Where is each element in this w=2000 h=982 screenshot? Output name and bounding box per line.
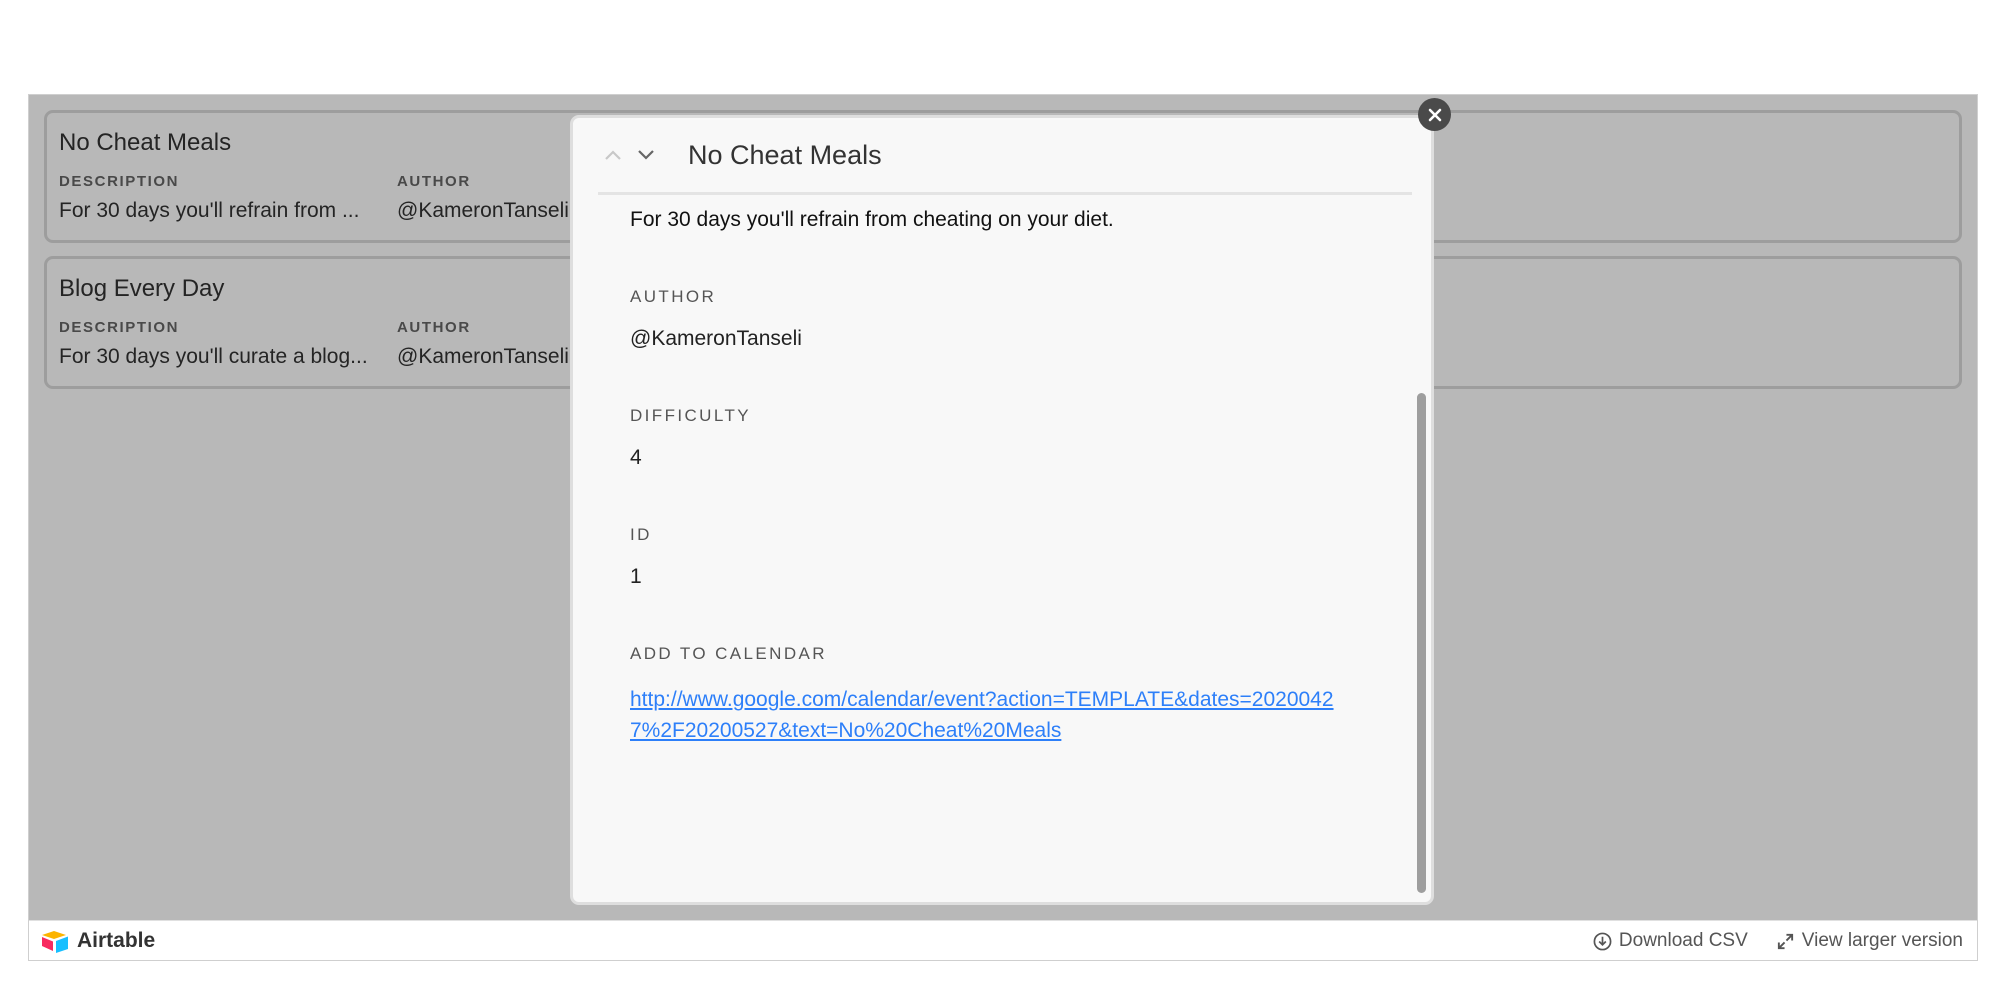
- field-label: ADD TO CALENDAR: [630, 644, 827, 663]
- download-icon: [1593, 932, 1612, 950]
- field-value: @KameronTanseli: [630, 327, 802, 350]
- chevron-up-icon: [605, 150, 621, 160]
- record-navigation: [604, 146, 655, 164]
- field-label: DIFFICULTY: [630, 406, 751, 425]
- view-larger-link[interactable]: View larger version: [1776, 930, 1963, 952]
- chevron-down-icon: [638, 150, 654, 160]
- view-larger-label: View larger version: [1801, 930, 1963, 951]
- field-value: 1: [630, 565, 642, 588]
- modal-header: No Cheat Meals: [598, 118, 1412, 195]
- field-label: AUTHOR: [630, 287, 717, 306]
- footer-actions: Download CSV View larger version: [1593, 930, 1963, 952]
- record-detail-modal: No Cheat Meals For 30 days you'll refrai…: [570, 115, 1434, 905]
- brand-name: Airtable: [77, 929, 156, 952]
- next-record-button[interactable]: [637, 146, 655, 164]
- modal-body: For 30 days you'll refrain from cheating…: [630, 208, 1390, 746]
- download-csv-link[interactable]: Download CSV: [1593, 930, 1748, 952]
- description-value: For 30 days you'll refrain from cheating…: [630, 208, 1114, 231]
- modal-title: No Cheat Meals: [688, 139, 882, 170]
- id-field: ID 1: [630, 525, 1390, 589]
- difficulty-field: DIFFICULTY 4: [630, 406, 1390, 470]
- add-to-calendar-field: ADD TO CALENDAR http://www.google.com/ca…: [630, 644, 1390, 746]
- download-csv-label: Download CSV: [1618, 930, 1748, 951]
- embed-footer: Airtable Download CSV View larger versio…: [29, 920, 1977, 960]
- airtable-brand[interactable]: Airtable: [41, 929, 155, 953]
- previous-record-button[interactable]: [604, 146, 622, 164]
- field-label: ID: [630, 525, 652, 544]
- close-modal-button[interactable]: [1418, 98, 1451, 131]
- field-value: 4: [630, 446, 642, 469]
- modal-scrollbar[interactable]: [1417, 393, 1426, 893]
- author-field: AUTHOR @KameronTanseli: [630, 287, 1390, 351]
- airtable-logo-icon: [42, 931, 68, 953]
- close-icon: [1428, 108, 1441, 121]
- expand-icon: [1777, 933, 1793, 949]
- calendar-link[interactable]: http://www.google.com/calendar/event?act…: [630, 684, 1360, 746]
